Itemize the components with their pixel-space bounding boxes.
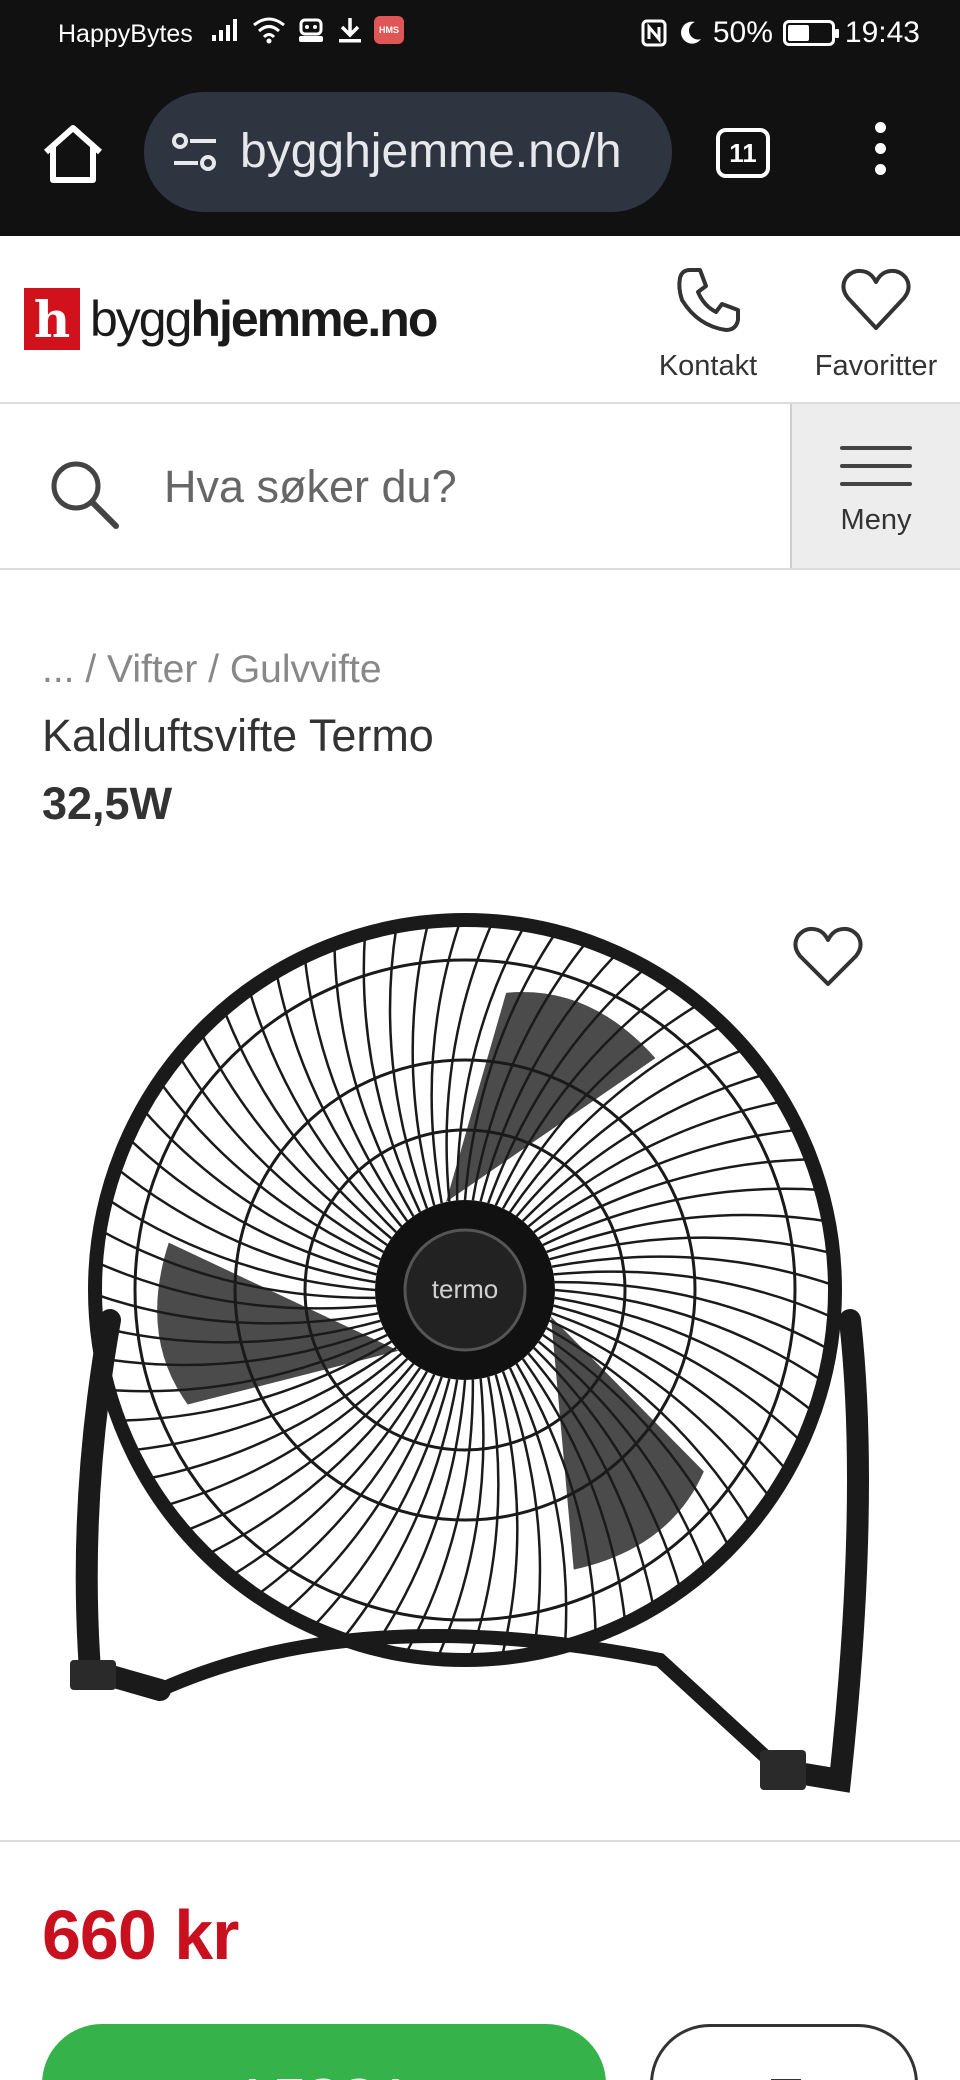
logo-text: bygghjemme.no [90, 290, 438, 348]
clock: 19:43 [844, 16, 920, 49]
phone-icon [677, 268, 740, 332]
battery-percent: 50% [712, 16, 773, 49]
contact-label: Kontakt [658, 350, 758, 382]
dot-icon [874, 122, 886, 133]
url-text[interactable]: bygghjemme.no/h [240, 124, 650, 179]
robot-icon [299, 18, 323, 42]
favorites-button[interactable]: Favoritter [808, 260, 944, 383]
home-icon [44, 125, 102, 183]
breadcrumb[interactable]: ... / Vifter / Gulvvifte [42, 648, 382, 692]
site-logo[interactable]: h bygghjemme.no [24, 288, 438, 350]
carrier-name: HappyBytes [58, 20, 193, 48]
menu-label: Meny [840, 504, 912, 536]
contact-button[interactable]: Kontakt [648, 260, 768, 383]
add-to-cart-button[interactable]: LEGG I [42, 2024, 606, 2080]
product-subtitle: 32,5W [42, 778, 173, 829]
product-price: 660 kr [42, 1896, 239, 1974]
search-icon[interactable] [46, 456, 122, 532]
heart-icon [793, 926, 863, 986]
product-title: Kaldluftsvifte Termo [42, 710, 434, 761]
hamburger-icon [840, 446, 912, 486]
logo-mark: h [24, 288, 80, 350]
wifi-icon [253, 17, 285, 44]
heart-icon [841, 268, 911, 330]
search-row: Meny [0, 404, 960, 570]
address-bar[interactable]: bygghjemme.no/h [144, 92, 672, 212]
logo-text-bold: hjemme.no [190, 291, 438, 347]
more-menu-button[interactable] [868, 122, 892, 182]
search-input[interactable] [164, 452, 764, 522]
favorites-label: Favoritter [814, 350, 938, 382]
status-icons-right: 50% 19:43 [641, 16, 920, 50]
menu-button[interactable]: Meny [790, 404, 960, 568]
nfc-icon [641, 19, 667, 47]
battery-icon [782, 20, 839, 46]
browser-toolbar: bygghjemme.no/h 11 [0, 70, 960, 236]
signal-icon [212, 19, 237, 41]
add-to-favorites-button[interactable] [790, 920, 866, 995]
hms-badge-icon: HMS [374, 16, 404, 44]
site-header: h bygghjemme.no Kontakt Favoritter [0, 236, 960, 404]
moon-icon [680, 21, 701, 44]
search-box[interactable] [0, 404, 790, 568]
dot-icon [874, 143, 886, 154]
logo-text-regular: bygg [90, 291, 192, 347]
status-bar: HappyBytes HMS 50% 19:43 [0, 0, 960, 70]
divider [0, 1840, 960, 1842]
product-image[interactable]: termo [60, 900, 900, 1820]
home-button[interactable] [38, 120, 108, 190]
tab-switcher-button[interactable]: 11 [716, 128, 770, 178]
download-icon [339, 18, 361, 43]
brand-text: termo [432, 1274, 498, 1304]
site-settings-icon[interactable] [170, 130, 220, 174]
quantity-button[interactable] [650, 2024, 918, 2080]
status-icons-left: HMS [210, 16, 404, 44]
dot-icon [874, 164, 886, 175]
